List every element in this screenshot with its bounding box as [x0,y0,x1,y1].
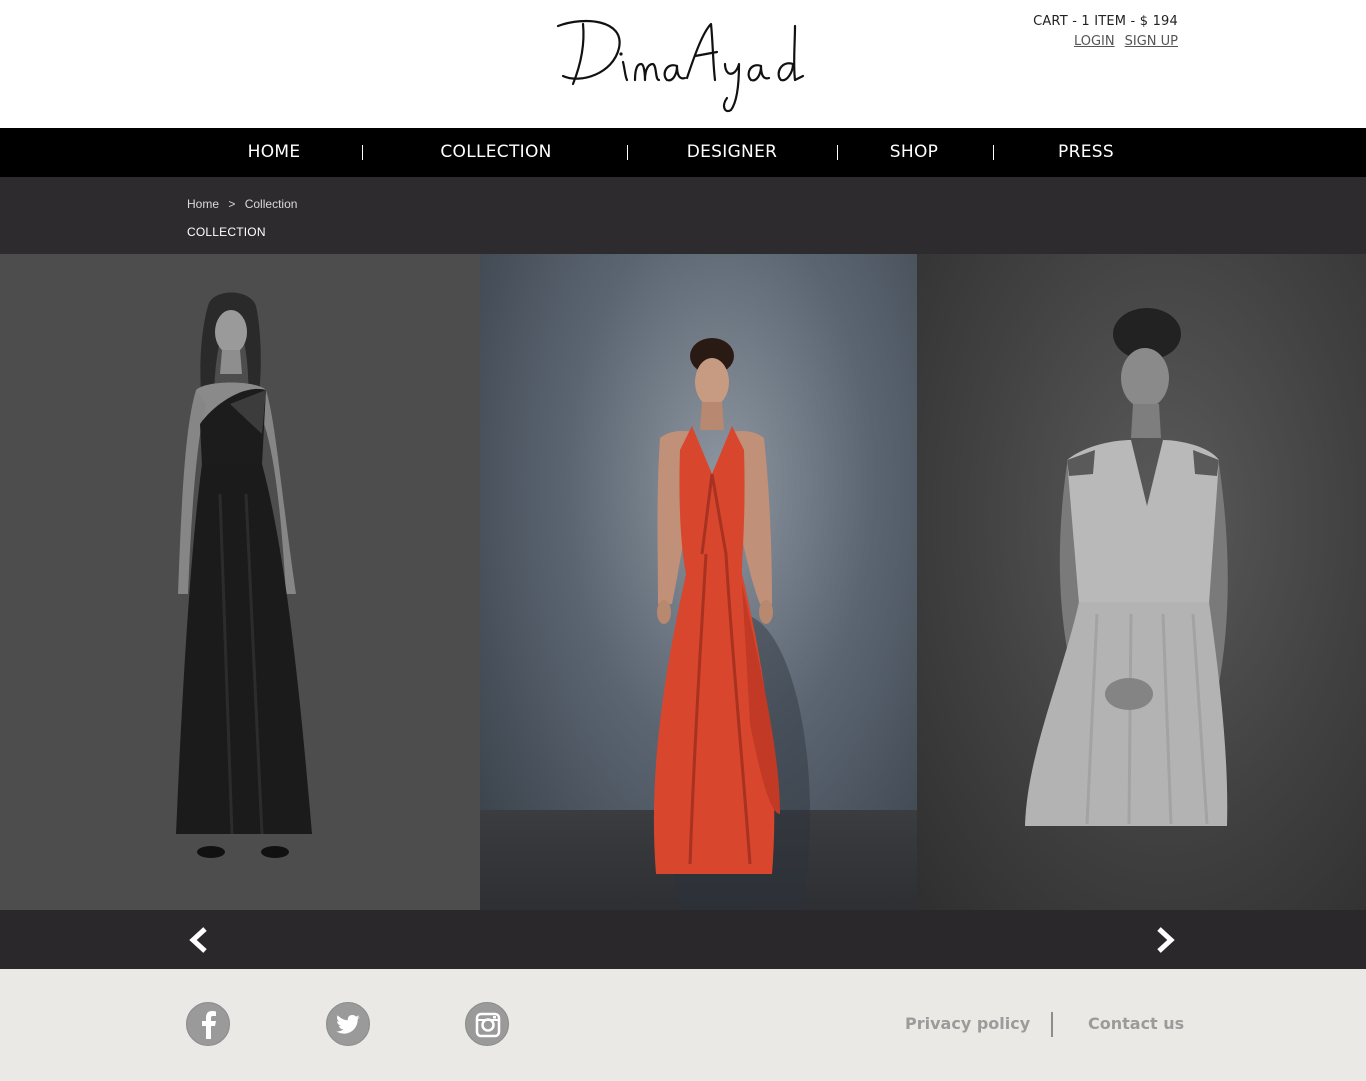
signup-link[interactable]: SIGN UP [1125,34,1178,49]
instagram-icon[interactable] [465,1002,509,1046]
nav-home[interactable]: HOME [204,128,344,177]
site-footer: Privacy policy Contact us [0,969,1366,1081]
breadcrumb-current: Collection [244,197,298,211]
nav-divider [362,145,363,160]
nav-collection[interactable]: COLLECTION [406,128,586,177]
gallery-controls [0,910,1366,969]
gallery-slide-white-dress[interactable] [917,254,1366,910]
breadcrumb-separator: > [228,197,236,211]
breadcrumb-home-link[interactable]: Home [187,197,219,211]
facebook-icon[interactable] [186,1002,230,1046]
brand-logo[interactable] [555,14,811,114]
nav-shop[interactable]: SHOP [864,128,964,177]
breadcrumb: Home > Collection [187,197,303,211]
footer-divider [1051,1012,1053,1037]
cart-summary[interactable]: CART - 1 ITEM - $ 194 [1033,14,1178,29]
nav-divider [993,145,994,160]
page-title: COLLECTION [187,225,266,239]
breadcrumb-bar: Home > Collection COLLECTION [0,177,1366,254]
chevron-left-icon[interactable] [187,927,213,953]
gallery-slide-red-gown[interactable] [480,254,917,910]
main-nav: HOME COLLECTION DESIGNER SHOP PRESS [0,128,1366,177]
site-header: CART - 1 ITEM - $ 194 LOGIN SIGN UP [0,0,1366,128]
collection-gallery [0,254,1366,910]
gallery-slide-black-gown[interactable] [0,254,480,910]
nav-divider [627,145,628,160]
twitter-icon[interactable] [326,1002,370,1046]
privacy-policy-link[interactable]: Privacy policy [905,1014,1030,1033]
nav-press[interactable]: PRESS [1036,128,1136,177]
nav-divider [837,145,838,160]
login-link[interactable]: LOGIN [1074,34,1115,49]
contact-us-link[interactable]: Contact us [1088,1014,1184,1033]
chevron-right-icon[interactable] [1151,927,1177,953]
auth-links: LOGIN SIGN UP [1064,34,1178,49]
nav-designer[interactable]: DESIGNER [662,128,802,177]
